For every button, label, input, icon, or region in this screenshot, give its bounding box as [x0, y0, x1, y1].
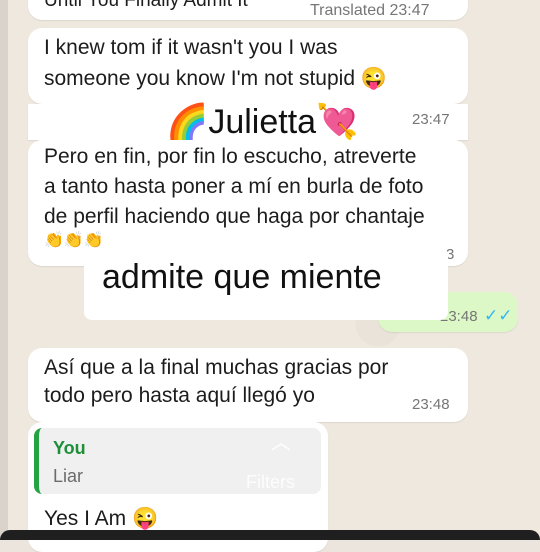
message-line: Pero en fin, por fin lo escucho, atrever…: [44, 145, 417, 168]
message-text: Yes I Am: [44, 507, 127, 530]
chevron-up-icon: ︿: [271, 432, 291, 454]
translated-label: Translated 23:47: [310, 2, 430, 20]
message-time: 23:47: [412, 111, 450, 128]
screen-edge: [0, 0, 8, 540]
filters-watermark: Filters: [246, 472, 295, 492]
message-line: a tanto hasta poner a mí en burla de fot…: [44, 175, 424, 198]
message-line: Así que a la final muchas gracias por: [44, 356, 389, 379]
translated-word: Translated: [310, 2, 385, 19]
message-bubble-top[interactable]: Until You Finally Admit It Translated 23…: [28, 0, 468, 20]
message-time: 23:47: [389, 2, 430, 19]
rainbow-emoji: 🌈: [166, 103, 209, 141]
message-text: someone you know I'm not stupid: [44, 67, 356, 90]
read-ticks-icon: ✓✓: [484, 306, 513, 325]
message-line: someone you know I'm not stupid 😜: [44, 64, 387, 94]
heart-arrow-emoji: 💘: [316, 103, 359, 141]
sender-name: Julietta: [208, 103, 317, 141]
message-line: todo pero hasta aquí llegó yo: [44, 384, 315, 407]
caption-text: admite que miente: [102, 258, 382, 296]
message-bubble-3[interactable]: Así que a la final muchas gracias por to…: [28, 348, 468, 422]
bottom-bar: [0, 530, 540, 540]
reply-text: Liar: [53, 466, 84, 486]
caption-overlay: admite que miente: [84, 248, 448, 320]
message-bubble-1[interactable]: I knew tom if it wasn't you I was someon…: [28, 28, 468, 104]
winking-tongue-emoji: 😜: [360, 67, 388, 90]
message-line: I knew tom if it wasn't you I was: [44, 36, 338, 59]
message-text: Until You Finally Admit It: [44, 0, 248, 11]
message-time: 23:48: [412, 396, 450, 413]
sender-name-overlay: 🌈Julietta💘: [160, 100, 365, 144]
reply-author: You: [53, 438, 86, 458]
